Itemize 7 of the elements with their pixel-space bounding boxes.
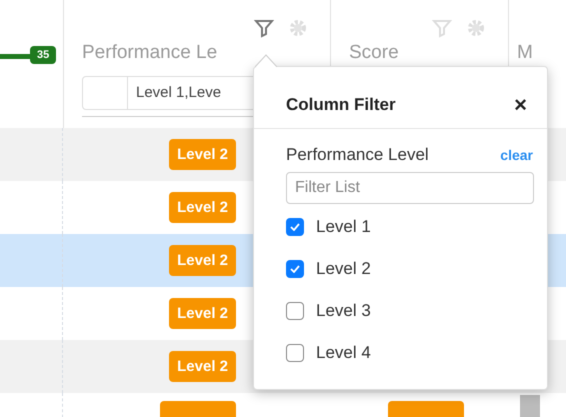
level-badge: Level 2: [169, 245, 236, 276]
level-badge: Level 2: [169, 351, 236, 382]
count-tag: 35: [30, 46, 56, 64]
level-badge: Level 2: [169, 298, 236, 329]
field-label: Performance Level: [286, 145, 429, 165]
level-badge: Level 2: [169, 192, 236, 223]
level-badge: Level 2: [169, 139, 236, 170]
